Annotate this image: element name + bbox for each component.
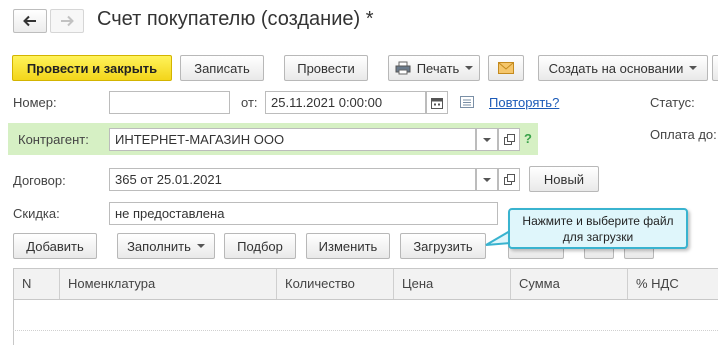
arrow-right-icon [61, 15, 74, 27]
contract-dropdown-button[interactable] [476, 168, 498, 191]
save-button[interactable]: Записать [180, 55, 264, 81]
contractor-dropdown-button[interactable] [476, 128, 498, 151]
calendar-button[interactable] [426, 91, 448, 114]
help-icon[interactable]: ? [524, 131, 532, 146]
contractor-label: Контрагент: [18, 132, 89, 147]
number-label: Номер: [13, 95, 57, 110]
fill-button[interactable]: Заполнить [117, 233, 215, 259]
payment-due-label: Оплата до: [650, 127, 717, 142]
contractor-field[interactable]: ИНТЕРНЕТ-МАГАЗИН ООО [109, 128, 476, 151]
fill-label: Заполнить [127, 238, 191, 254]
page-title: Счет покупателю (создание) * [97, 8, 374, 30]
contract-field[interactable]: 365 от 25.01.2021 [109, 168, 476, 191]
forward-button[interactable] [50, 9, 84, 33]
chevron-down-icon [196, 244, 205, 248]
contract-open-button[interactable] [498, 168, 520, 191]
upload-tooltip: Нажмите и выберите файл для загрузки [508, 208, 688, 249]
back-button[interactable] [13, 9, 47, 33]
discount-field[interactable]: не предоставлена [109, 202, 498, 225]
column-header-sum[interactable]: Сумма [511, 269, 628, 299]
email-button[interactable] [488, 55, 524, 81]
tooltip-line-1: Нажмите и выберите файл [522, 214, 674, 228]
column-header-nomenclature[interactable]: Номенклатура [60, 269, 277, 299]
more-button[interactable] [712, 55, 718, 81]
print-button[interactable]: Печать [388, 55, 480, 81]
open-window-icon [503, 174, 515, 185]
post-button[interactable]: Провести [284, 55, 368, 81]
print-label: Печать [416, 60, 460, 76]
new-contract-button[interactable]: Новый [529, 166, 599, 192]
list-icon [460, 96, 474, 108]
chevron-down-icon [465, 66, 474, 70]
contractor-open-button[interactable] [498, 128, 520, 151]
date-from-label: от: [241, 95, 258, 110]
chevron-down-icon [483, 177, 491, 182]
items-table-body[interactable] [13, 300, 718, 345]
table-row-divider [13, 330, 718, 331]
add-row-button[interactable]: Добавить [13, 233, 97, 259]
select-button[interactable]: Подбор [224, 233, 296, 259]
create-based-on-button[interactable]: Создать на основании [538, 55, 708, 81]
column-header-price[interactable]: Цена [394, 269, 511, 299]
number-field[interactable] [109, 91, 230, 114]
chevron-down-icon [483, 137, 491, 142]
change-button[interactable]: Изменить [306, 233, 390, 259]
load-button[interactable]: Загрузить [400, 233, 486, 259]
column-header-vat[interactable]: % НДС [628, 269, 718, 299]
open-window-icon [503, 134, 515, 145]
date-field[interactable]: 25.11.2021 0:00:00 [265, 91, 426, 114]
discount-label: Скидка: [13, 206, 60, 221]
items-table-header: N Номенклатура Количество Цена Сумма % Н… [13, 268, 718, 300]
column-header-n[interactable]: N [14, 269, 60, 299]
repeat-link[interactable]: Повторять? [489, 95, 559, 110]
contract-label: Договор: [13, 173, 66, 188]
envelope-icon [498, 62, 514, 74]
calendar-icon [431, 97, 443, 109]
status-label: Статус: [650, 95, 695, 110]
post-and-close-button[interactable]: Провести и закрыть [12, 55, 172, 81]
tooltip-line-2: для загрузки [562, 230, 634, 244]
column-header-quantity[interactable]: Количество [277, 269, 394, 299]
arrow-left-icon [23, 15, 36, 27]
printer-icon [395, 61, 411, 75]
chevron-down-icon [689, 66, 698, 70]
create-based-on-label: Создать на основании [548, 60, 684, 76]
